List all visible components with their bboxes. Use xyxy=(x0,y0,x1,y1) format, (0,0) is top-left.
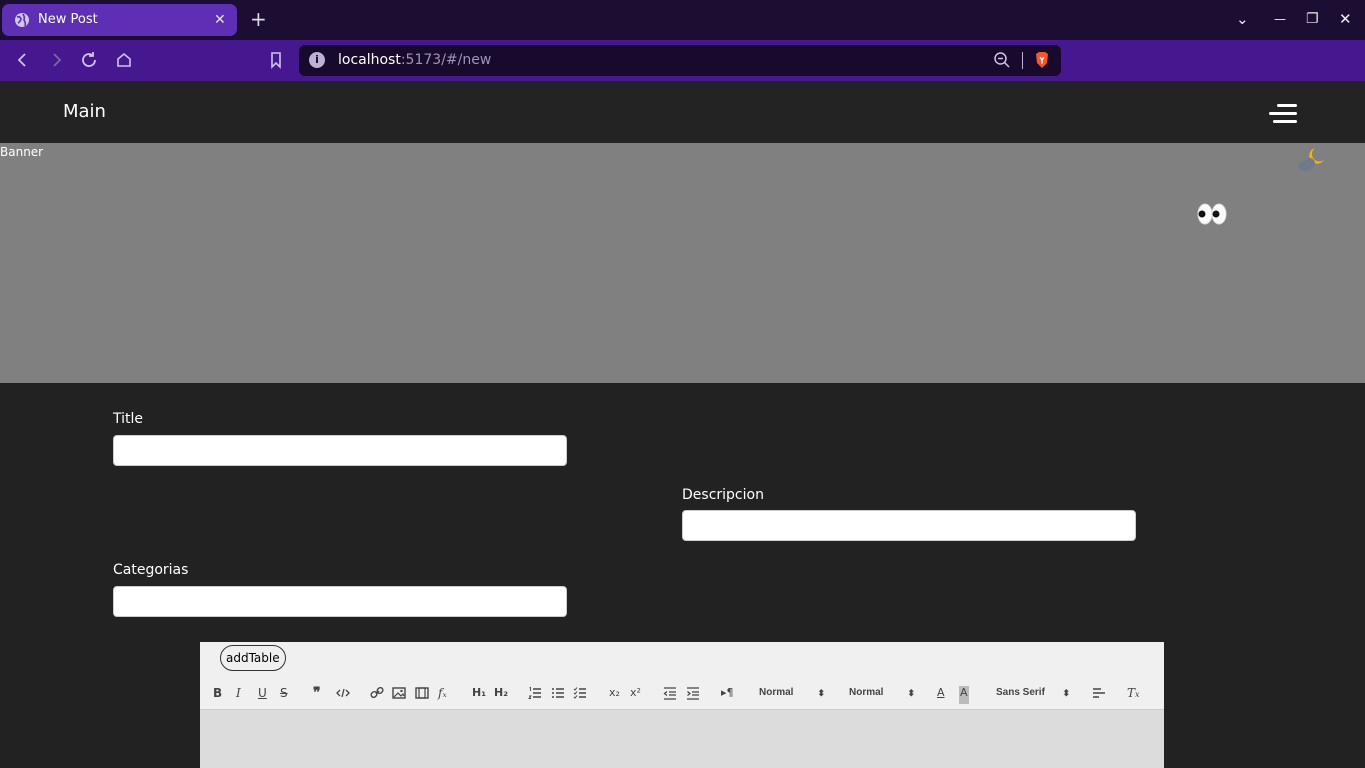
editor-content-area[interactable] xyxy=(200,710,1164,768)
browser-tab-strip: New Post ✕ + ⌄ — ❐ ✕ xyxy=(0,0,1365,40)
code-block-icon[interactable] xyxy=(336,684,350,702)
brand-link[interactable]: Main xyxy=(63,101,106,123)
picker-caret-icon: ⬍ xyxy=(907,688,915,698)
url-text[interactable]: localhost:5173/#/new xyxy=(338,52,491,69)
bullet-list-icon[interactable] xyxy=(551,684,565,702)
superscript-icon[interactable]: x² xyxy=(630,684,641,702)
editor-toolbar: B I U S ❞ 𝑓ₓ H₁ H₂ x₂ x² ▸¶ Normal ⬍ Norm… xyxy=(200,675,1164,710)
banner-label: Banner xyxy=(0,145,44,159)
italic-icon[interactable]: I xyxy=(236,684,241,702)
indent-icon[interactable] xyxy=(686,684,700,702)
header-2-icon[interactable]: H₂ xyxy=(494,684,508,702)
description-input[interactable] xyxy=(682,510,1136,541)
home-icon[interactable] xyxy=(112,49,136,71)
ordered-list-icon[interactable] xyxy=(528,684,542,702)
reload-icon[interactable] xyxy=(77,49,101,71)
hamburger-menu-icon[interactable] xyxy=(1268,102,1300,126)
address-bar[interactable]: i localhost:5173/#/new xyxy=(299,45,1061,76)
title-label: Title xyxy=(113,411,144,427)
picker-caret-icon: ⬍ xyxy=(1062,688,1070,698)
categories-input[interactable] xyxy=(113,586,567,617)
address-bar-divider xyxy=(1022,52,1023,69)
text-color-icon[interactable]: A xyxy=(937,684,945,702)
rich-text-editor: addTable B I U S ❞ 𝑓ₓ H₁ H₂ x₂ x² ▸¶ Nor… xyxy=(200,642,1164,768)
image-icon[interactable] xyxy=(392,684,406,702)
checklist-icon[interactable] xyxy=(573,684,587,702)
tab-list-icon[interactable]: ⌄ xyxy=(1236,8,1249,30)
forward-icon[interactable] xyxy=(44,49,68,71)
description-label: Descripcion xyxy=(682,487,764,503)
bookmark-icon[interactable] xyxy=(264,49,288,71)
minimize-button[interactable]: — xyxy=(1274,8,1286,30)
browser-tab[interactable]: New Post ✕ xyxy=(2,4,237,36)
eyes-icon xyxy=(1197,203,1227,225)
strikethrough-icon[interactable]: S xyxy=(280,684,288,702)
formula-icon[interactable]: 𝑓ₓ xyxy=(438,684,447,702)
categories-label: Categorias xyxy=(113,562,189,578)
moon-cloud-icon[interactable] xyxy=(1296,145,1326,173)
size-picker[interactable]: Normal ⬍ xyxy=(849,684,915,702)
add-table-button[interactable]: addTable xyxy=(220,645,286,671)
underline-icon[interactable]: U xyxy=(258,684,267,702)
clear-format-icon[interactable]: Tx xyxy=(1127,684,1140,702)
globe-icon xyxy=(15,13,29,27)
font-picker[interactable]: Sans Serif ⬍ xyxy=(996,684,1070,702)
subscript-icon[interactable]: x₂ xyxy=(609,684,620,702)
video-icon[interactable] xyxy=(415,684,429,702)
outdent-icon[interactable] xyxy=(663,684,677,702)
site-navbar: Main xyxy=(0,81,1365,143)
banner: Banner xyxy=(0,143,1365,383)
new-tab-button[interactable]: + xyxy=(250,7,267,31)
title-input[interactable] xyxy=(113,435,567,466)
close-window-button[interactable]: ✕ xyxy=(1339,8,1352,30)
link-icon[interactable] xyxy=(370,684,384,702)
blockquote-icon[interactable]: ❞ xyxy=(313,684,321,702)
bold-icon[interactable]: B xyxy=(213,684,222,702)
background-color-icon[interactable]: A xyxy=(959,686,969,704)
maximize-button[interactable]: ❐ xyxy=(1306,8,1319,30)
tab-close-icon[interactable]: ✕ xyxy=(214,11,226,29)
header-picker[interactable]: Normal ⬍ xyxy=(759,684,825,702)
text-direction-icon[interactable]: ▸¶ xyxy=(721,684,734,702)
site-info-icon[interactable]: i xyxy=(309,52,325,68)
align-left-icon[interactable] xyxy=(1092,684,1106,702)
brave-shields-icon[interactable] xyxy=(1034,51,1050,69)
tab-title: New Post xyxy=(38,12,98,27)
picker-caret-icon: ⬍ xyxy=(817,688,825,698)
zoom-out-icon[interactable] xyxy=(993,51,1011,69)
back-icon[interactable] xyxy=(11,49,35,71)
header-1-icon[interactable]: H₁ xyxy=(472,684,486,702)
